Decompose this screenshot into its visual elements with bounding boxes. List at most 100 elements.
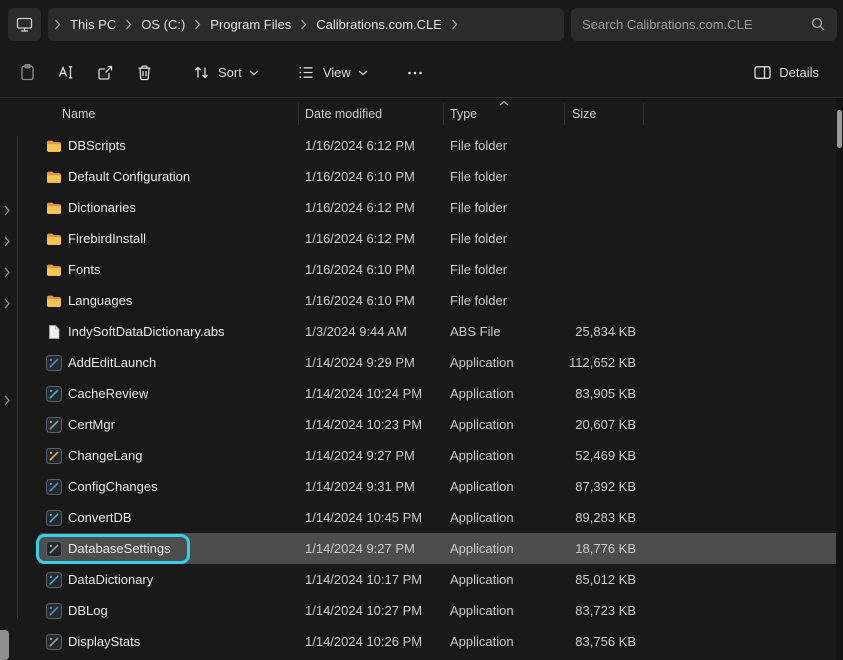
tree-expand-chevron-icon[interactable] — [3, 267, 11, 278]
location-button[interactable] — [8, 8, 41, 41]
more-icon — [406, 64, 424, 82]
file-date-modified: 1/14/2024 10:24 PM — [299, 386, 444, 401]
chevron-right-icon[interactable] — [123, 19, 134, 30]
file-date-modified: 1/14/2024 9:27 PM — [299, 448, 444, 463]
search-icon — [810, 16, 826, 32]
paste-button[interactable] — [8, 55, 47, 91]
view-button[interactable]: View — [287, 55, 378, 91]
file-type-icon — [46, 510, 62, 526]
nav-pane-scrollbar-thumb[interactable] — [0, 630, 9, 660]
file-name-cell: FirebirdInstall — [38, 227, 299, 251]
file-type-icon — [46, 324, 62, 340]
file-row[interactable]: CertMgr 1/14/2024 10:23 PM Application 2… — [38, 409, 843, 440]
file-type: Application — [444, 417, 565, 432]
file-name: AddEditLaunch — [68, 355, 156, 370]
file-name-cell: DataDictionary — [38, 568, 299, 592]
file-row[interactable]: DBScripts 1/16/2024 6:12 PM File folder — [38, 130, 843, 161]
nav-pane-divider — [17, 136, 18, 618]
chevron-right-icon[interactable] — [52, 19, 63, 30]
details-pane-button[interactable]: Details — [743, 55, 829, 91]
file-type-icon — [46, 262, 62, 278]
breadcrumb-item[interactable]: Calibrations.com.CLE — [309, 12, 449, 37]
file-name-cell: Languages — [38, 289, 299, 313]
chevron-right-icon[interactable] — [298, 19, 309, 30]
file-row[interactable]: DataDictionary 1/14/2024 10:17 PM Applic… — [38, 564, 843, 595]
file-row[interactable]: Dictionaries 1/16/2024 6:12 PM File fold… — [38, 192, 843, 223]
file-name-cell: Fonts — [38, 258, 299, 282]
rename-button[interactable] — [47, 55, 86, 91]
file-type-icon — [46, 293, 62, 309]
file-date-modified: 1/16/2024 6:10 PM — [299, 262, 444, 277]
file-row[interactable]: ConvertDB 1/14/2024 10:45 PM Application… — [38, 502, 843, 533]
breadcrumb-item[interactable]: Program Files — [203, 12, 298, 37]
file-row[interactable]: Languages 1/16/2024 6:10 PM File folder — [38, 285, 843, 316]
file-size: 83,905 KB — [565, 386, 644, 401]
breadcrumb: This PC OS (C:) Program Files Calibratio… — [48, 8, 564, 41]
file-row[interactable]: ConfigChanges 1/14/2024 9:31 PM Applicat… — [38, 471, 843, 502]
file-date-modified: 1/14/2024 9:31 PM — [299, 479, 444, 494]
tree-expand-chevron-icon[interactable] — [3, 236, 11, 247]
clipboard-icon — [18, 63, 37, 82]
file-type-icon — [46, 169, 62, 185]
details-icon — [753, 63, 772, 82]
file-row[interactable]: FirebirdInstall 1/16/2024 6:12 PM File f… — [38, 223, 843, 254]
file-row[interactable]: DisplayStats 1/14/2024 10:26 PM Applicat… — [38, 626, 843, 657]
file-type: Application — [444, 355, 565, 370]
file-type: Application — [444, 448, 565, 463]
file-date-modified: 1/14/2024 9:29 PM — [299, 355, 444, 370]
file-name-cell: ChangeLang — [38, 444, 299, 468]
column-header-name[interactable]: Name — [38, 103, 299, 125]
file-type-icon — [46, 541, 62, 557]
column-header-type[interactable]: Type — [444, 103, 565, 125]
file-type: Application — [444, 572, 565, 587]
breadcrumb-item[interactable]: This PC — [63, 12, 123, 37]
more-options-button[interactable] — [396, 55, 434, 91]
search-input[interactable]: Search Calibrations.com.CLE — [571, 8, 837, 41]
file-date-modified: 1/14/2024 10:26 PM — [299, 634, 444, 649]
file-date-modified: 1/14/2024 10:17 PM — [299, 572, 444, 587]
delete-button[interactable] — [125, 55, 164, 91]
file-name: DBScripts — [68, 138, 126, 153]
file-date-modified: 1/14/2024 10:23 PM — [299, 417, 444, 432]
vertical-scrollbar[interactable] — [836, 98, 843, 660]
file-row[interactable]: DBLog 1/14/2024 10:27 PM Application 83,… — [38, 595, 843, 626]
file-size: 18,776 KB — [565, 541, 644, 556]
file-name-box: IndySoftDataDictionary.abs — [39, 320, 241, 344]
share-button[interactable] — [86, 55, 125, 91]
file-type: File folder — [444, 231, 565, 246]
file-name-box: Default Configuration — [39, 165, 206, 189]
file-type: Application — [444, 510, 565, 525]
column-header-date-modified[interactable]: Date modified — [299, 103, 444, 125]
chevron-right-icon[interactable] — [449, 19, 460, 30]
file-type-icon — [46, 634, 62, 650]
file-type: File folder — [444, 138, 565, 153]
breadcrumb-item[interactable]: OS (C:) — [134, 12, 192, 37]
file-row[interactable]: Default Configuration 1/16/2024 6:10 PM … — [38, 161, 843, 192]
file-type: File folder — [444, 262, 565, 277]
file-name: DisplayStats — [68, 634, 140, 649]
file-name: IndySoftDataDictionary.abs — [68, 324, 225, 339]
chevron-right-icon[interactable] — [192, 19, 203, 30]
file-name: CacheReview — [68, 386, 148, 401]
tree-expand-chevron-icon[interactable] — [3, 298, 11, 309]
tree-expand-chevron-icon[interactable] — [3, 205, 11, 216]
file-row[interactable]: IndySoftDataDictionary.abs 1/3/2024 9:44… — [38, 316, 843, 347]
file-row[interactable]: AddEditLaunch 1/14/2024 9:29 PM Applicat… — [38, 347, 843, 378]
file-row[interactable]: Fonts 1/16/2024 6:10 PM File folder — [38, 254, 843, 285]
file-row[interactable]: CacheReview 1/14/2024 10:24 PM Applicati… — [38, 378, 843, 409]
file-row[interactable]: ChangeLang 1/14/2024 9:27 PM Application… — [38, 440, 843, 471]
sort-button[interactable]: Sort — [182, 55, 269, 91]
file-name-cell: ConvertDB — [38, 506, 299, 530]
file-list: DBScripts 1/16/2024 6:12 PM File folder — [38, 130, 843, 657]
file-name-box: CertMgr — [39, 413, 131, 437]
tree-expand-chevron-icon[interactable] — [3, 395, 11, 406]
scrollbar-thumb[interactable] — [837, 110, 842, 148]
this-pc-icon — [15, 15, 34, 34]
file-name-box: FirebirdInstall — [39, 227, 162, 251]
file-row[interactable]: DatabaseSettings 1/14/2024 9:27 PM Appli… — [38, 533, 843, 564]
file-date-modified: 1/16/2024 6:12 PM — [299, 200, 444, 215]
column-header-size[interactable]: Size — [565, 103, 644, 125]
file-type-icon — [46, 417, 62, 433]
file-size: 20,607 KB — [565, 417, 644, 432]
file-name: DBLog — [68, 603, 108, 618]
